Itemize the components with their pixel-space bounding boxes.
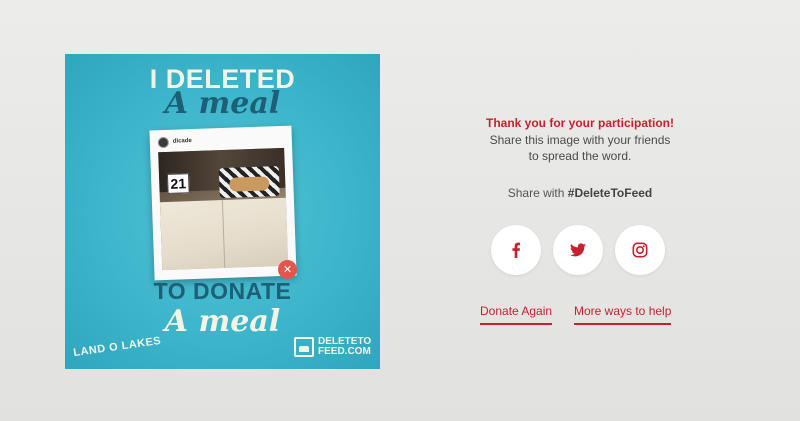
facebook-icon	[512, 242, 521, 258]
avatar	[157, 136, 170, 148]
photo-bread	[229, 176, 270, 192]
donate-again-link[interactable]: Donate Again	[480, 304, 553, 325]
deletetofeed-logo: DELETETO FEED.COM	[294, 337, 371, 357]
share-message-line1: Share this image with your friends	[489, 133, 671, 147]
deletetofeed-logo-line2: FEED.COM	[318, 346, 371, 357]
share-with-label: Share with #DeleteToFeed	[460, 186, 700, 200]
headline-a-meal-top: A meal	[164, 86, 281, 121]
post-username: dlcade	[172, 138, 192, 145]
twitter-icon	[570, 243, 586, 257]
photo-menu-book	[159, 197, 289, 271]
meal-photo: 21	[158, 147, 289, 271]
share-panel: Thank you for your participation! Share …	[460, 116, 700, 200]
share-hashtag: #DeleteToFeed	[567, 186, 653, 200]
instagram-share-button[interactable]	[615, 225, 665, 275]
instagram-icon	[632, 242, 648, 258]
twitter-share-button[interactable]	[553, 225, 603, 275]
headline-a-meal-bottom: A meal	[164, 304, 281, 339]
headline-donate: TO DONATE	[153, 278, 292, 304]
share-image: I DELETED A meal dlcade 21 ✕ TO DONATE A…	[65, 54, 380, 369]
facebook-share-button[interactable]	[491, 225, 541, 275]
more-ways-to-help-link[interactable]: More ways to help	[574, 304, 672, 325]
post-header: dlcade	[157, 134, 192, 149]
deletetofeed-logo-icon	[294, 337, 314, 357]
table-number-sign: 21	[166, 173, 190, 194]
delete-x-icon: ✕	[278, 260, 297, 279]
instagram-post-card: dlcade 21	[149, 125, 297, 281]
thank-you-heading: Thank you for your participation!	[485, 116, 674, 130]
share-message-line2: to spread the word.	[528, 149, 632, 163]
share-with-prefix: Share with	[507, 186, 565, 200]
